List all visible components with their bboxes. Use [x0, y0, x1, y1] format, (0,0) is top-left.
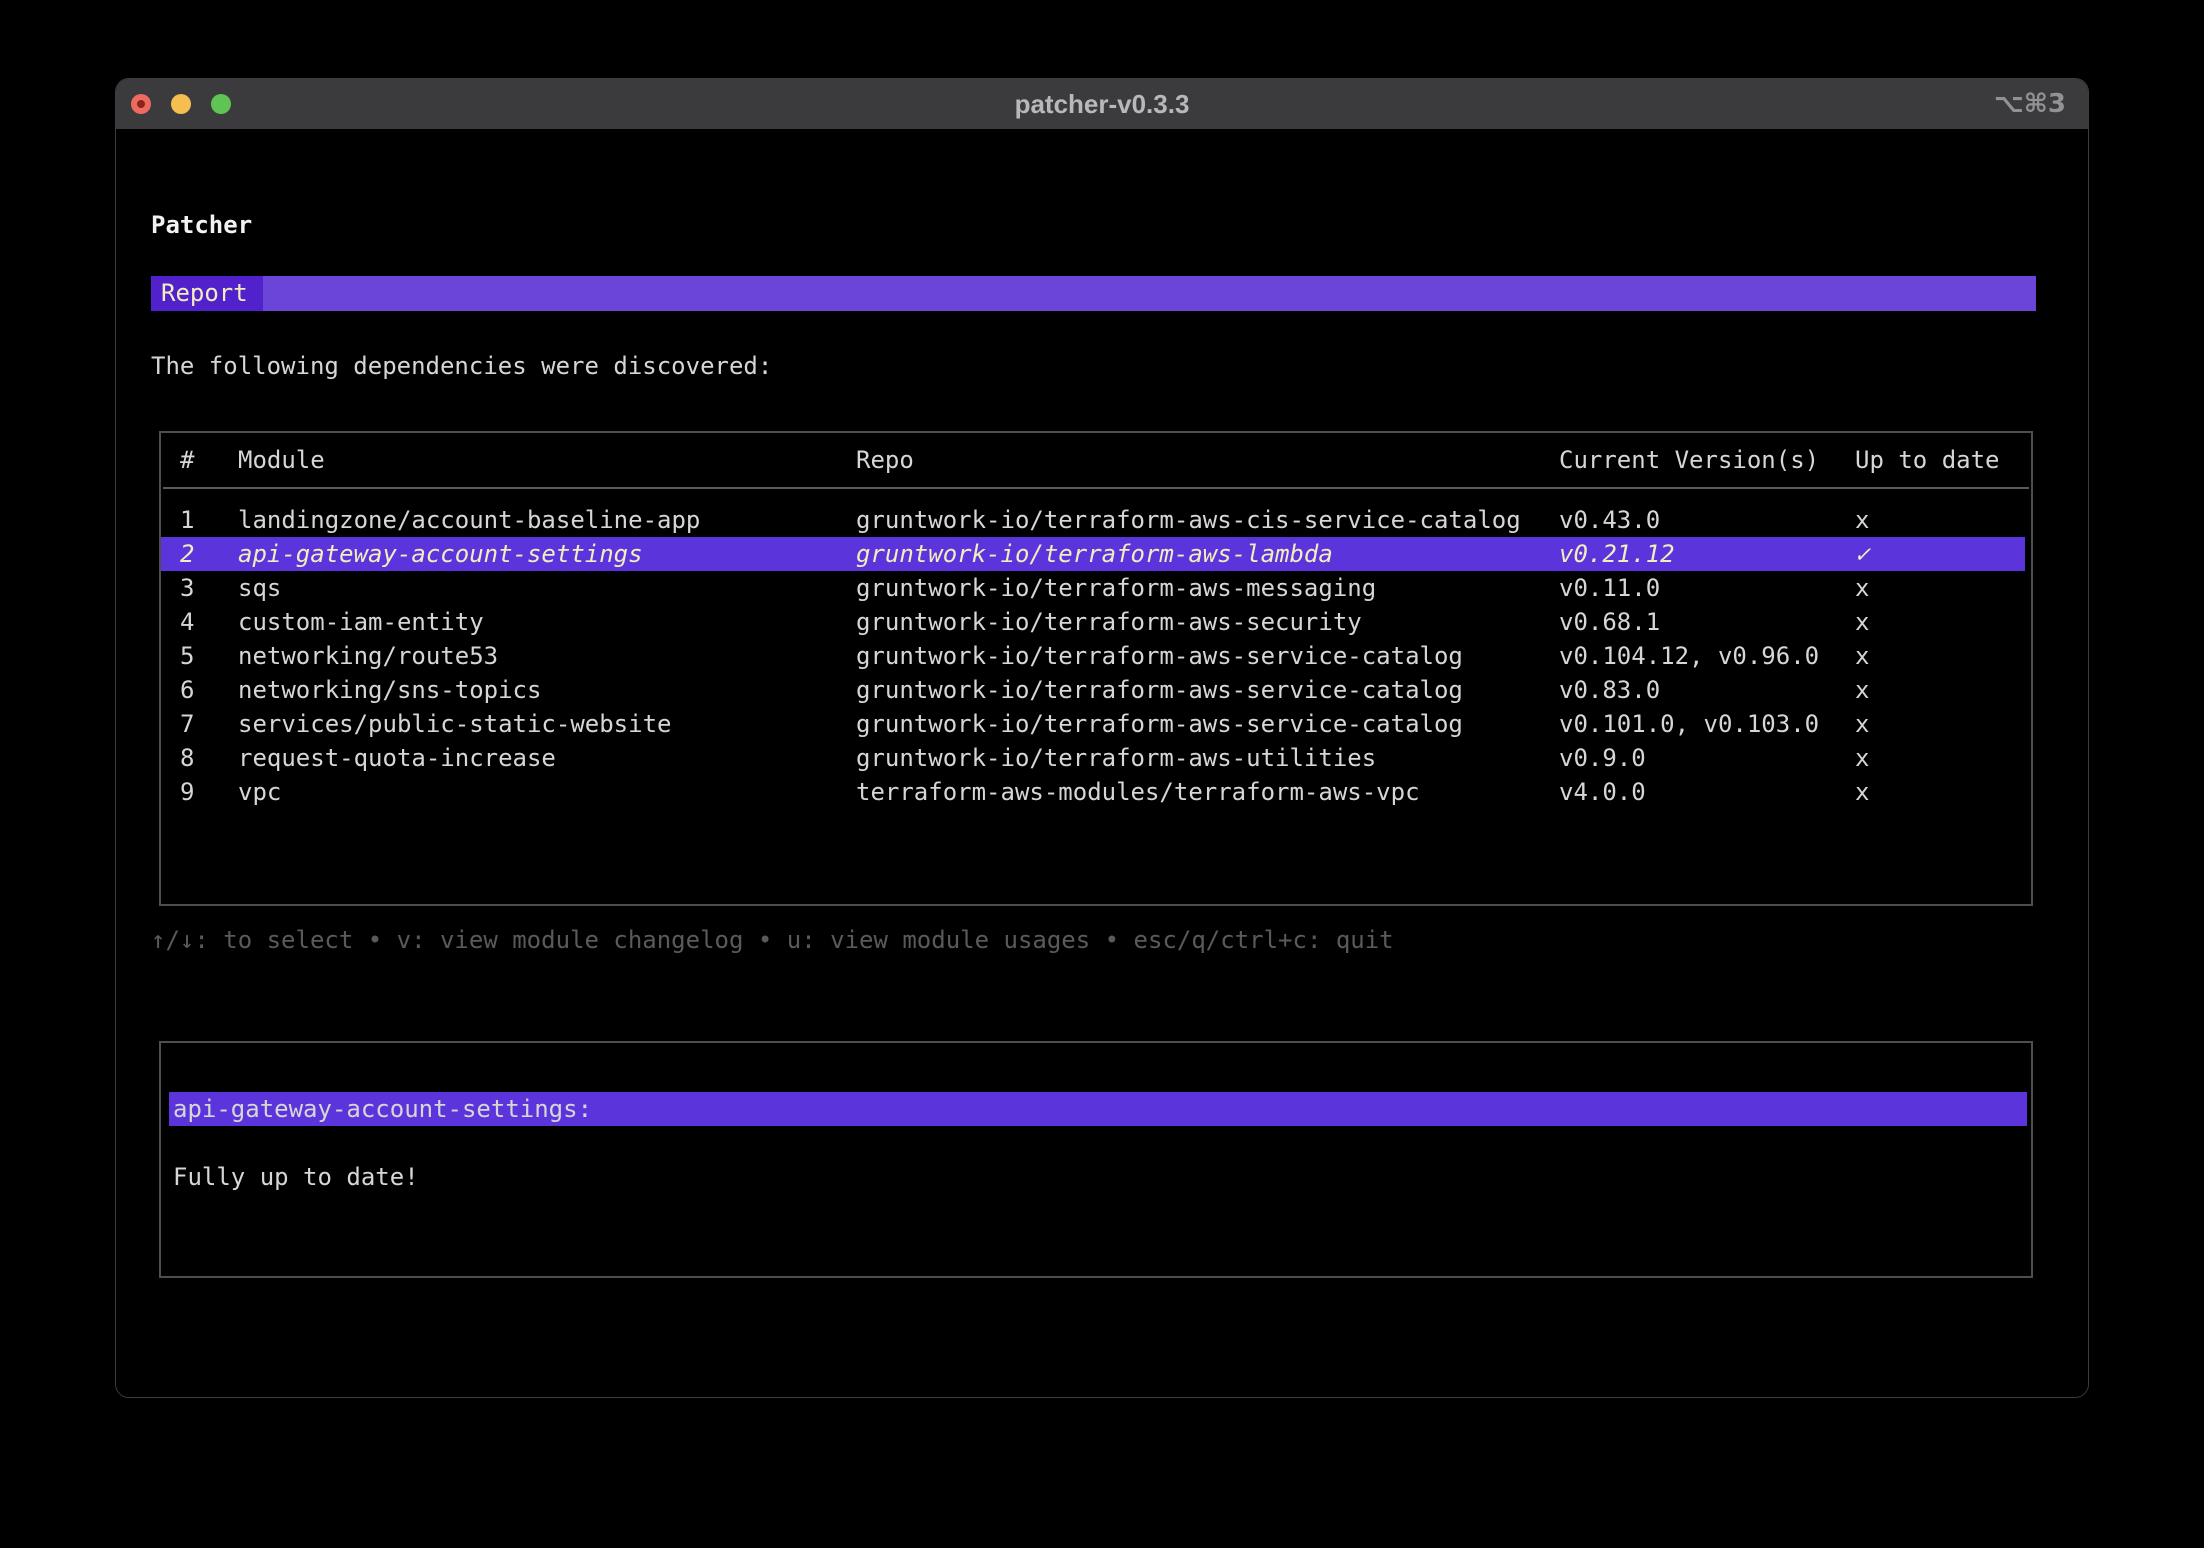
row-repo: gruntwork-io/terraform-aws-service-catal… — [856, 710, 1463, 738]
row-num: 7 — [180, 710, 195, 738]
row-version: v0.43.0 — [1559, 506, 1661, 534]
close-button-icon[interactable] — [131, 94, 151, 114]
row-uptodate-mark: x — [1855, 642, 1870, 670]
row-module: networking/route53 — [238, 642, 499, 670]
header-repo: Repo — [856, 446, 914, 474]
detail-panel: api-gateway-account-settings: Fully up t… — [159, 1041, 2033, 1278]
terminal-window: patcher-v0.3.3 ⌥⌘3 Patcher Report The fo… — [115, 78, 2089, 1398]
zoom-button-icon[interactable] — [211, 94, 231, 114]
window-title: patcher-v0.3.3 — [1014, 88, 1190, 119]
row-version: v4.0.0 — [1559, 778, 1646, 806]
minimize-button-icon[interactable] — [171, 94, 191, 114]
row-repo: gruntwork-io/terraform-aws-messaging — [856, 574, 1377, 602]
row-num: 8 — [180, 744, 195, 772]
header-num: # — [180, 446, 195, 474]
row-version: v0.11.0 — [1559, 574, 1661, 602]
header-module: Module — [238, 446, 325, 474]
row-version: v0.83.0 — [1559, 676, 1661, 704]
table-row[interactable]: 6 networking/sns-topics gruntwork-io/ter… — [161, 673, 2031, 707]
header-separator — [163, 487, 2029, 489]
row-uptodate-mark: x — [1855, 778, 1870, 806]
header-uptodate: Up to date — [1855, 446, 2000, 474]
row-repo: gruntwork-io/terraform-aws-cis-service-c… — [856, 506, 1521, 534]
row-uptodate-mark: x — [1855, 608, 1870, 636]
table-row[interactable]: 8 request-quota-increase gruntwork-io/te… — [161, 741, 2031, 775]
table-row[interactable]: 2 api-gateway-account-settings gruntwork… — [161, 537, 2025, 571]
row-uptodate-mark: x — [1855, 574, 1870, 602]
row-uptodate-mark: x — [1855, 710, 1870, 738]
help-bar: ↑/↓: to select • v: view module changelo… — [151, 926, 1394, 954]
row-uptodate-mark: x — [1855, 676, 1870, 704]
tab-report[interactable]: Report — [151, 276, 263, 311]
detail-heading: api-gateway-account-settings: — [169, 1092, 2027, 1126]
table-rows: 1 landingzone/account-baseline-app grunt… — [161, 503, 2031, 809]
row-uptodate-mark: x — [1855, 506, 1870, 534]
table-row[interactable]: 7 services/public-static-website gruntwo… — [161, 707, 2031, 741]
traffic-lights — [131, 94, 231, 114]
row-repo: gruntwork-io/terraform-aws-service-catal… — [856, 676, 1463, 704]
row-num: 1 — [180, 506, 195, 534]
window-shortcut-badge: ⌥⌘3 — [1993, 89, 2066, 119]
tab-bar: Report — [151, 276, 2036, 311]
row-repo: gruntwork-io/terraform-aws-utilities — [856, 744, 1377, 772]
row-uptodate-mark: ✓ — [1855, 540, 1870, 568]
row-module: sqs — [238, 574, 282, 602]
table-row[interactable]: 1 landingzone/account-baseline-app grunt… — [161, 503, 2031, 537]
app-title: Patcher — [151, 211, 253, 239]
row-module: api-gateway-account-settings — [238, 540, 643, 568]
table-row[interactable]: 9 vpc terraform-aws-modules/terraform-aw… — [161, 775, 2031, 809]
intro-text: The following dependencies were discover… — [151, 352, 773, 380]
row-module: custom-iam-entity — [238, 608, 484, 636]
terminal-content: Patcher Report The following dependencie… — [116, 129, 2088, 1397]
row-version: v0.104.12, v0.96.0 — [1559, 642, 1820, 670]
row-version: v0.9.0 — [1559, 744, 1646, 772]
row-module: services/public-static-website — [238, 710, 672, 738]
table-header-row: # Module Repo Current Version(s) Up to d… — [161, 433, 2031, 477]
table-row[interactable]: 3 sqs gruntwork-io/terraform-aws-messagi… — [161, 571, 2031, 605]
title-bar[interactable]: patcher-v0.3.3 ⌥⌘3 — [116, 79, 2088, 129]
detail-body: Fully up to date! — [173, 1163, 419, 1191]
table-row[interactable]: 4 custom-iam-entity gruntwork-io/terrafo… — [161, 605, 2031, 639]
row-version: v0.101.0, v0.103.0 — [1559, 710, 1820, 738]
row-module: landingzone/account-baseline-app — [238, 506, 701, 534]
row-module: vpc — [238, 778, 282, 806]
row-version: v0.21.12 — [1559, 540, 1675, 568]
row-num: 3 — [180, 574, 195, 602]
row-num: 4 — [180, 608, 195, 636]
table-row[interactable]: 5 networking/route53 gruntwork-io/terraf… — [161, 639, 2031, 673]
row-repo: terraform-aws-modules/terraform-aws-vpc — [856, 778, 1420, 806]
row-uptodate-mark: x — [1855, 744, 1870, 772]
row-num: 6 — [180, 676, 195, 704]
row-num: 5 — [180, 642, 195, 670]
row-num: 9 — [180, 778, 195, 806]
header-version: Current Version(s) — [1559, 446, 1820, 474]
row-module: request-quota-increase — [238, 744, 556, 772]
dependencies-table: # Module Repo Current Version(s) Up to d… — [159, 431, 2033, 906]
row-repo: gruntwork-io/terraform-aws-lambda — [856, 540, 1333, 568]
row-repo: gruntwork-io/terraform-aws-service-catal… — [856, 642, 1463, 670]
row-num: 2 — [180, 540, 195, 568]
row-version: v0.68.1 — [1559, 608, 1661, 636]
row-module: networking/sns-topics — [238, 676, 542, 704]
row-repo: gruntwork-io/terraform-aws-security — [856, 608, 1362, 636]
